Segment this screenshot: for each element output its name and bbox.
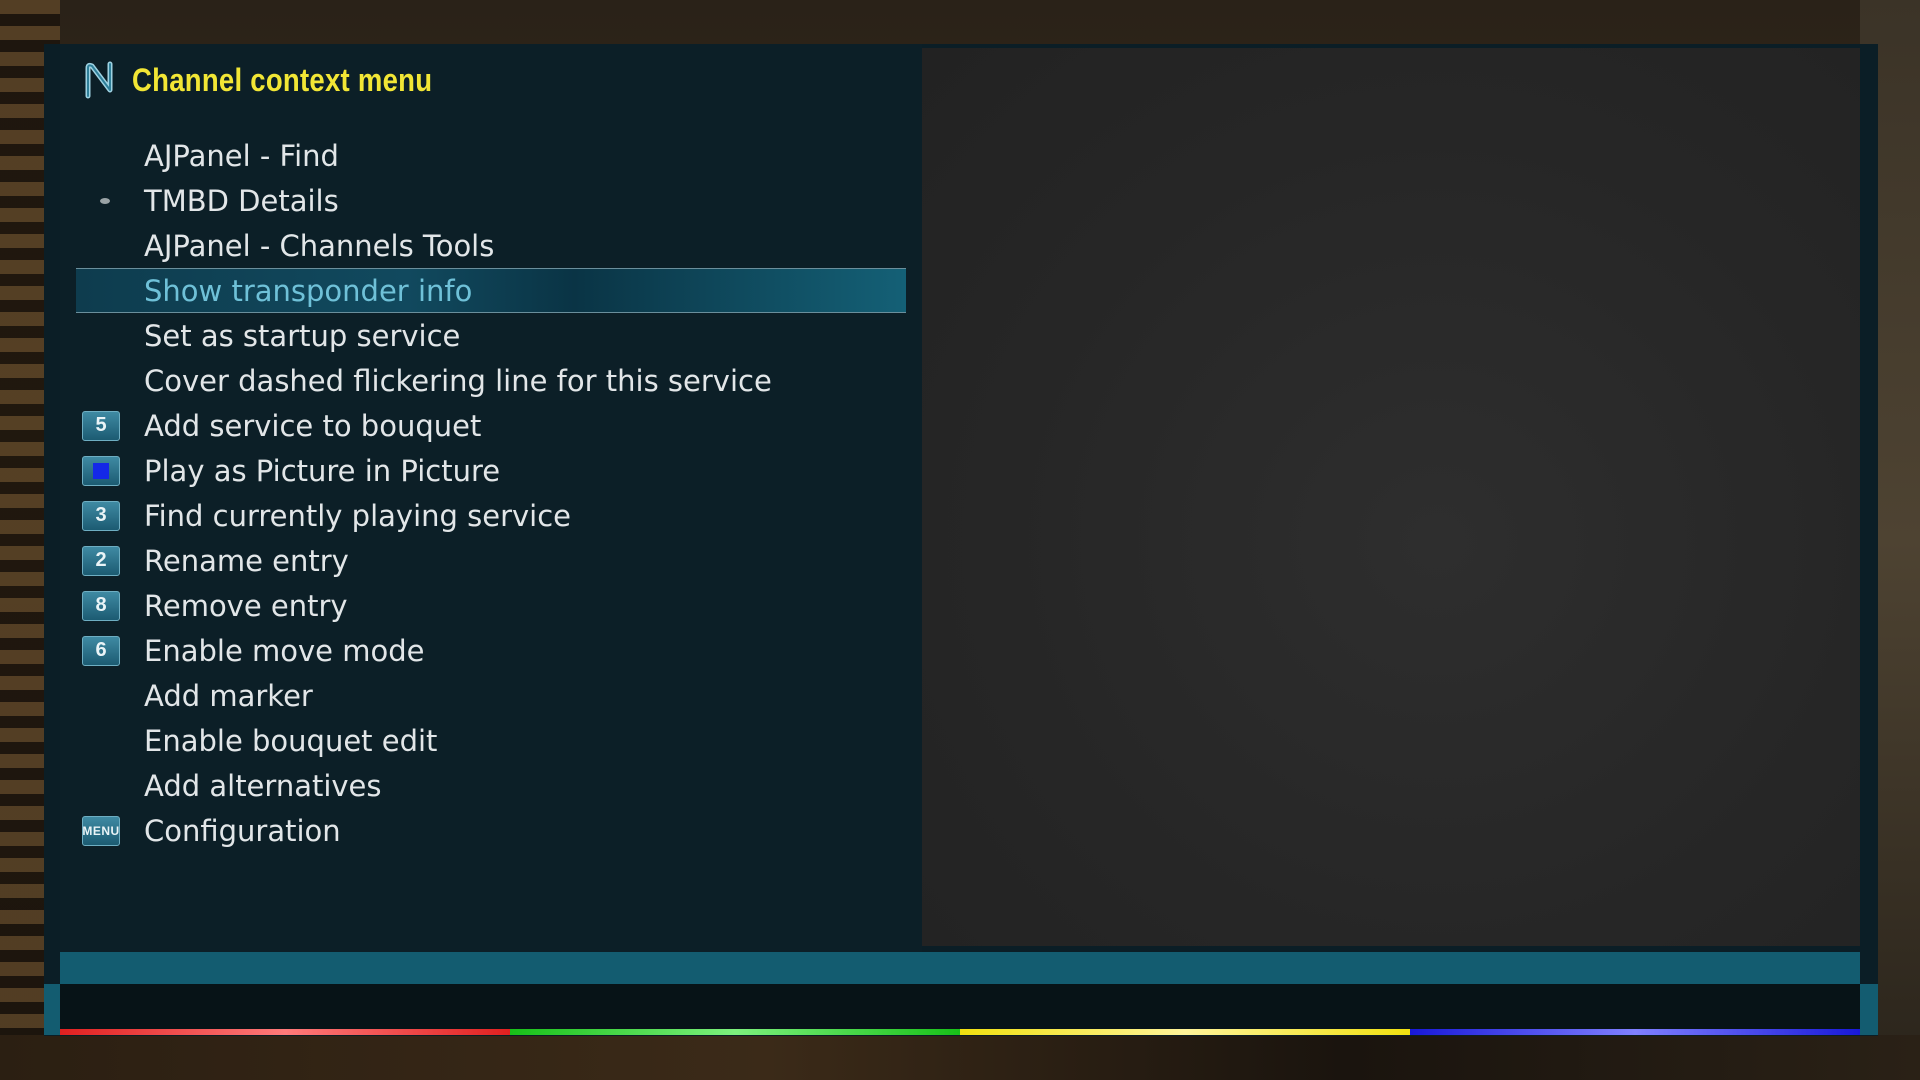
key-slot xyxy=(76,133,144,178)
key-slot: MENU xyxy=(76,808,144,853)
menu-item-label: Find currently playing service xyxy=(144,498,572,533)
menu-item-label: Set as startup service xyxy=(144,318,461,353)
key-slot xyxy=(76,718,144,763)
menu-item-label: TMBD Details xyxy=(144,183,339,218)
menu-item-label: Cover dashed flickering line for this se… xyxy=(144,363,772,398)
dot-icon xyxy=(100,197,110,204)
menu-item-play-pip[interactable]: Play as Picture in Picture xyxy=(76,448,906,493)
color-key-bar xyxy=(60,1029,1860,1035)
context-menu-list: AJPanel - Find TMBD Details AJPanel - Ch… xyxy=(76,133,906,853)
menu-item-rename-entry[interactable]: 2 Rename entry xyxy=(76,538,906,583)
background-video-bottom xyxy=(0,1035,1920,1080)
menu-item-label: AJPanel - Find xyxy=(144,138,339,173)
menu-item-label: Play as Picture in Picture xyxy=(144,453,501,488)
logo-icon xyxy=(85,61,113,99)
menu-item-label: Enable move mode xyxy=(144,633,425,668)
menu-item-label: AJPanel - Channels Tools xyxy=(144,228,495,263)
menu-item-label: Add marker xyxy=(144,678,313,713)
key-slot xyxy=(76,673,144,718)
key-slot: 8 xyxy=(76,583,144,628)
menu-item-find-playing-service[interactable]: 3 Find currently playing service xyxy=(76,493,906,538)
menu-item-enable-bouquet-edit[interactable]: Enable bouquet edit xyxy=(76,718,906,763)
blue-square xyxy=(93,462,109,479)
key-2-icon: 2 xyxy=(82,545,120,576)
menu-item-add-service-to-bouquet[interactable]: 5 Add service to bouquet xyxy=(76,403,906,448)
menu-item-label: Rename entry xyxy=(144,543,349,578)
key-6-icon: 6 xyxy=(82,635,120,666)
menu-item-cover-dashed-line[interactable]: Cover dashed flickering line for this se… xyxy=(76,358,906,403)
menu-item-tmbd-details[interactable]: TMBD Details xyxy=(76,178,906,223)
menu-item-set-startup-service[interactable]: Set as startup service xyxy=(76,313,906,358)
menu-key-icon: MENU xyxy=(82,815,120,846)
menu-item-remove-entry[interactable]: 8 Remove entry xyxy=(76,583,906,628)
menu-item-label: Add service to bouquet xyxy=(144,408,482,443)
menu-item-ajpanel-find[interactable]: AJPanel - Find xyxy=(76,133,906,178)
key-slot xyxy=(76,448,144,493)
help-bar xyxy=(60,952,1860,984)
key-slot: 6 xyxy=(76,628,144,673)
key-slot: 5 xyxy=(76,403,144,448)
menu-item-label: Configuration xyxy=(144,813,341,848)
menu-item-label: Enable bouquet edit xyxy=(144,723,438,758)
menu-item-show-transponder-info[interactable]: Show transponder info xyxy=(76,268,906,313)
key-3-icon: 3 xyxy=(82,500,120,531)
blue-key-indicator[interactable] xyxy=(1410,1029,1860,1035)
key-slot xyxy=(76,763,144,808)
key-slot: 2 xyxy=(76,538,144,583)
blue-key-icon xyxy=(82,455,120,486)
status-bar xyxy=(60,984,1860,1029)
yellow-key-indicator[interactable] xyxy=(960,1029,1410,1035)
preview-panel xyxy=(922,48,1860,946)
key-5-icon: 5 xyxy=(82,410,120,441)
frame-edge-right xyxy=(1860,984,1878,1035)
key-8-icon: 8 xyxy=(82,590,120,621)
title-row: Channel context menu xyxy=(82,58,481,102)
menu-item-ajpanel-channels-tools[interactable]: AJPanel - Channels Tools xyxy=(76,223,906,268)
window-title: Channel context menu xyxy=(132,61,433,98)
key-slot xyxy=(76,358,144,403)
red-key-indicator[interactable] xyxy=(60,1029,510,1035)
menu-item-label: Show transponder info xyxy=(144,273,473,308)
key-slot: 3 xyxy=(76,493,144,538)
key-slot xyxy=(76,178,144,223)
key-slot xyxy=(76,313,144,358)
key-slot xyxy=(76,268,144,313)
menu-item-label: Remove entry xyxy=(144,588,348,623)
menu-item-enable-move-mode[interactable]: 6 Enable move mode xyxy=(76,628,906,673)
key-slot xyxy=(76,223,144,268)
menu-item-label: Add alternatives xyxy=(144,768,382,803)
menu-item-add-alternatives[interactable]: Add alternatives xyxy=(76,763,906,808)
green-key-indicator[interactable] xyxy=(510,1029,960,1035)
frame-edge-left xyxy=(44,984,60,1035)
menu-item-configuration[interactable]: MENU Configuration xyxy=(76,808,906,853)
menu-item-add-marker[interactable]: Add marker xyxy=(76,673,906,718)
